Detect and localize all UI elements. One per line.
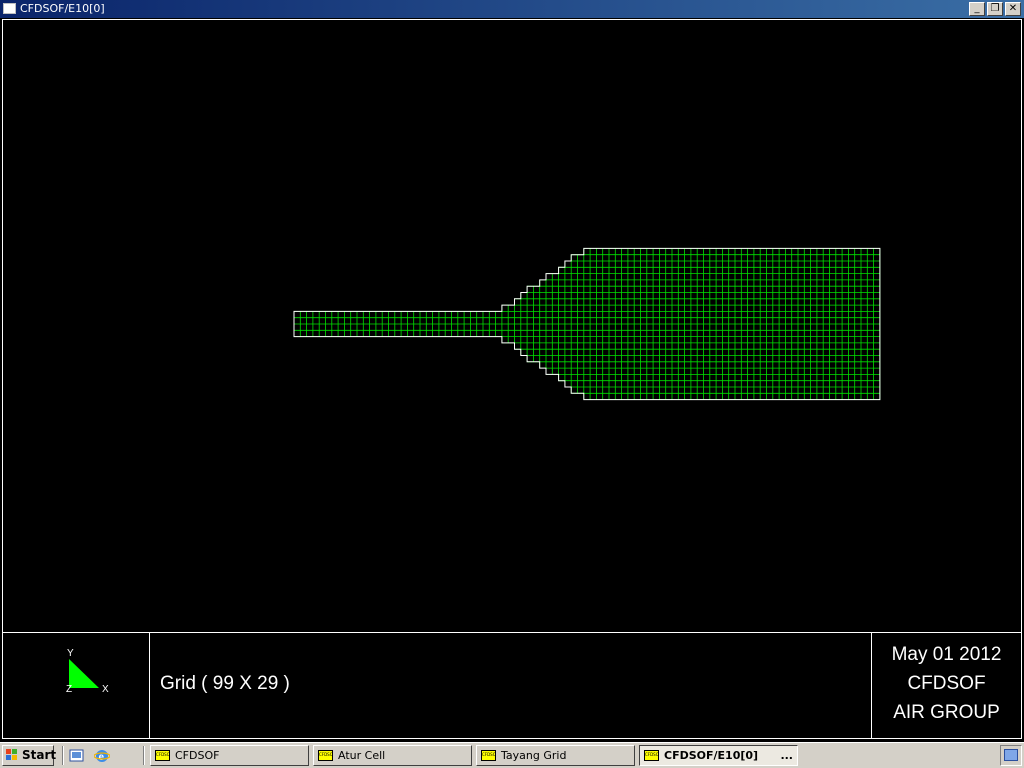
- axis-z-label: Z: [66, 684, 72, 695]
- task-atur-cell[interactable]: CFDSOF Atur Cell: [313, 745, 472, 766]
- show-desktop-icon[interactable]: [69, 748, 85, 764]
- restore-button[interactable]: ❐: [987, 2, 1003, 16]
- task-label: Atur Cell: [338, 749, 386, 762]
- grid-mesh: [293, 247, 881, 401]
- axis-y-label: Y: [67, 648, 74, 659]
- network-icon[interactable]: [1004, 749, 1018, 761]
- windows-logo-icon: [6, 749, 18, 761]
- info-panel: Y X Z Grid ( 99 X 29 ) May 01 2012 CFDSO…: [3, 632, 1021, 738]
- taskbar-separator: [143, 746, 145, 765]
- system-tray: [1000, 745, 1022, 766]
- mesh-grid-lines: [293, 248, 881, 400]
- mesh-viewport[interactable]: [3, 20, 1021, 632]
- cfdsof-app-icon: CFDSOF: [644, 750, 659, 761]
- cfdsof-app-icon: CFDSOF: [481, 750, 496, 761]
- task-label: CFDSOF/E10[0]: [664, 749, 759, 762]
- cfdsof-app-icon: CFDSOF: [155, 750, 170, 761]
- task-cfdsof[interactable]: CFDSOF CFDSOF: [150, 745, 309, 766]
- task-overflow-indicator: ...: [780, 749, 793, 762]
- task-label: CFDSOF: [175, 749, 220, 762]
- project-group: AIR GROUP: [893, 702, 1000, 723]
- grid-size-text: Grid ( 99 X 29 ): [160, 673, 290, 694]
- project-date: May 01 2012: [891, 644, 1002, 665]
- taskbar-separator: [62, 746, 64, 765]
- window-app-icon[interactable]: [3, 3, 16, 14]
- grid-size-cell: Grid ( 99 X 29 ): [150, 633, 872, 738]
- start-label: Start: [22, 748, 57, 762]
- internet-explorer-icon[interactable]: e: [94, 748, 110, 764]
- window-controls: _ ❐ ✕: [969, 2, 1021, 16]
- project-info-cell: May 01 2012 CFDSOF AIR GROUP: [872, 633, 1021, 738]
- task-label: Tayang Grid: [501, 749, 567, 762]
- task-cfdsof-e10[interactable]: CFDSOF CFDSOF/E10[0] ...: [639, 745, 798, 766]
- close-button[interactable]: ✕: [1005, 2, 1021, 16]
- task-tayang-grid[interactable]: CFDSOF Tayang Grid: [476, 745, 635, 766]
- mesh-cells: [293, 248, 881, 400]
- minimize-button[interactable]: _: [969, 2, 985, 16]
- project-app-name: CFDSOF: [907, 673, 986, 694]
- window-title: CFDSOF/E10[0]: [20, 2, 105, 15]
- axis-triangle: [69, 659, 99, 688]
- axis-triad: Y X Z: [66, 648, 109, 695]
- cfdsof-app-icon: CFDSOF: [318, 750, 333, 761]
- start-button[interactable]: Start: [2, 745, 57, 766]
- taskbar: Start e CFDSOF CFDSOF CFDSOF Atur Cell C…: [0, 742, 1024, 768]
- graphics-canvas: Y X Z Grid ( 99 X 29 ) May 01 2012 CFDSO…: [2, 19, 1022, 739]
- window-title-bar[interactable]: CFDSOF/E10[0] _ ❐ ✕: [0, 0, 1024, 18]
- axis-x-label: X: [102, 684, 109, 695]
- axis-indicator-cell: Y X Z: [3, 633, 150, 738]
